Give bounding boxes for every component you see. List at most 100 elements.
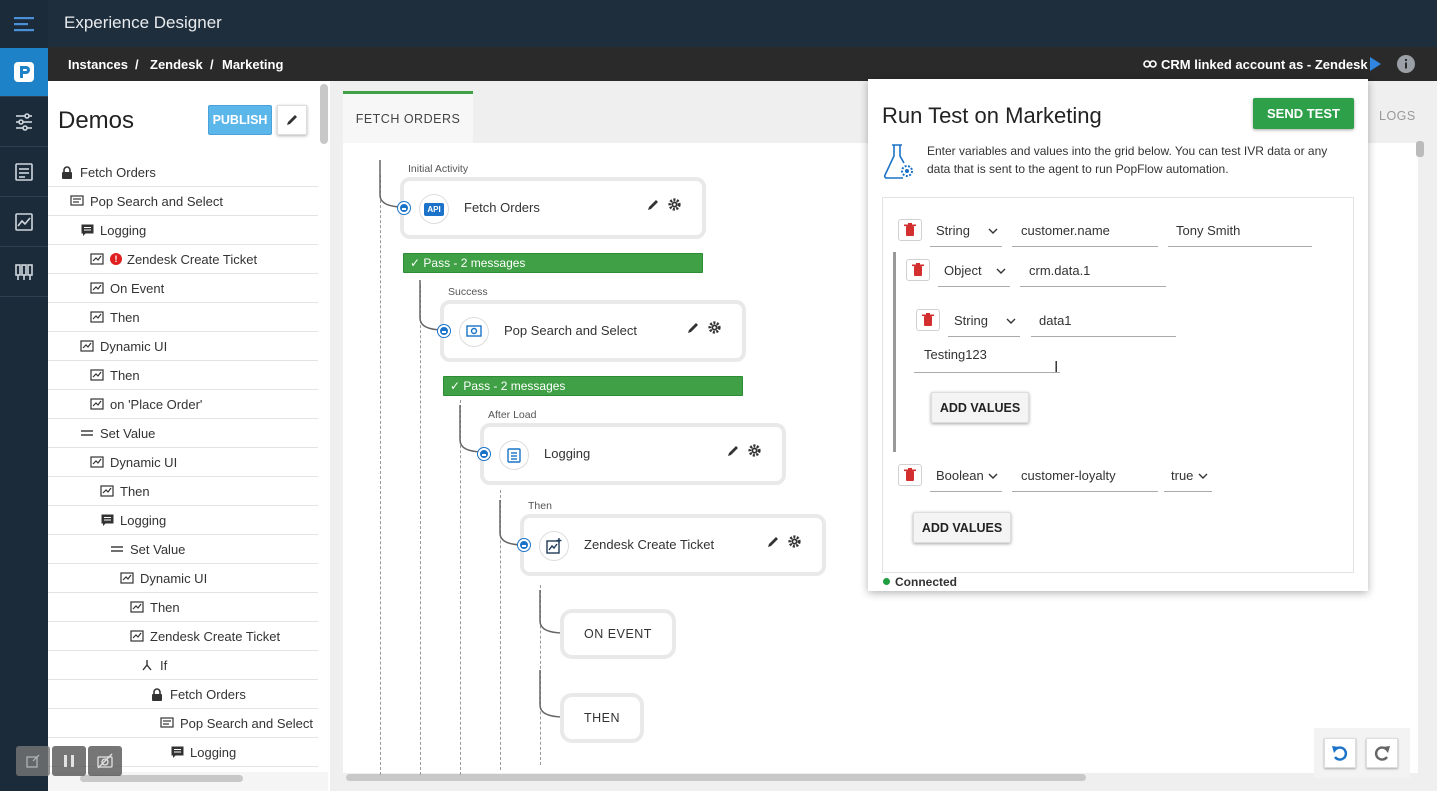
- node-label: Fetch Orders: [464, 200, 540, 215]
- tree-item[interactable]: Zendesk Create Ticket: [48, 622, 318, 651]
- crm-linked-account[interactable]: CRM linked account as - Zendesk: [1161, 57, 1368, 72]
- app-title: Experience Designer: [64, 13, 222, 32]
- pencil-icon[interactable]: [686, 321, 700, 335]
- add-values-nested-button[interactable]: ADD VALUES: [931, 392, 1029, 423]
- node-fetch-orders[interactable]: API Fetch Orders: [400, 177, 706, 239]
- then-node[interactable]: THEN: [560, 693, 644, 743]
- add-values-button[interactable]: ADD VALUES: [913, 512, 1011, 543]
- send-test-button[interactable]: SEND TEST: [1253, 98, 1354, 129]
- set-value-icon: [110, 543, 124, 555]
- publish-button[interactable]: PUBLISH: [208, 105, 272, 135]
- breadcrumb-zendesk[interactable]: Zendesk: [150, 57, 203, 72]
- activity-icon: [90, 369, 104, 381]
- success-label: Success: [448, 286, 488, 298]
- delete-row-button[interactable]: [898, 219, 922, 241]
- delete-row-button[interactable]: [906, 259, 930, 281]
- undo-button[interactable]: [1324, 738, 1356, 768]
- gear-icon[interactable]: [667, 197, 682, 212]
- servers-icon[interactable]: [0, 248, 48, 296]
- on-event-node[interactable]: ON EVENT: [560, 609, 676, 659]
- pencil-icon[interactable]: [726, 444, 740, 458]
- gear-icon[interactable]: [747, 443, 762, 458]
- connector-dot[interactable]: [518, 539, 530, 551]
- node-zendesk-create-ticket[interactable]: Zendesk Create Ticket: [520, 514, 826, 576]
- tree-item[interactable]: Pop Search and Select: [48, 709, 318, 738]
- tree-item[interactable]: Then: [48, 477, 318, 506]
- trash-icon: [922, 313, 934, 326]
- tree-item[interactable]: ! Zendesk Create Ticket: [48, 245, 318, 274]
- tree-item[interactable]: on 'Place Order': [48, 390, 318, 419]
- pencil-icon[interactable]: [766, 535, 780, 549]
- edit-button[interactable]: [277, 105, 307, 135]
- pencil-icon[interactable]: [646, 198, 660, 212]
- tree-item[interactable]: Dynamic UI: [48, 564, 318, 593]
- redo-button[interactable]: [1366, 738, 1398, 768]
- pass-label: Pass - 2 messages: [463, 379, 566, 393]
- tree-item[interactable]: Fetch Orders: [48, 158, 318, 187]
- sliders-icon[interactable]: [0, 98, 48, 146]
- node-logging[interactable]: Logging: [480, 423, 786, 485]
- connector-dot[interactable]: [398, 202, 410, 214]
- sidebar-scrollbar[interactable]: [320, 84, 328, 144]
- delete-row-button[interactable]: [898, 464, 922, 486]
- type-select[interactable]: String: [930, 221, 1002, 247]
- canvas-hscrollbar[interactable]: [346, 774, 1086, 781]
- play-icon[interactable]: [1368, 56, 1382, 75]
- sidebar-hscrollbar[interactable]: [80, 775, 243, 782]
- tree-item[interactable]: Then: [48, 593, 318, 622]
- breadcrumb-instances[interactable]: Instances: [68, 57, 128, 72]
- connector-dot[interactable]: [478, 448, 490, 460]
- gear-icon[interactable]: [707, 320, 722, 335]
- key-field[interactable]: data1: [1031, 311, 1176, 337]
- type-select[interactable]: Object: [938, 261, 1010, 287]
- no-camera-icon[interactable]: [88, 746, 122, 776]
- type-value: String: [936, 223, 970, 238]
- value-field[interactable]: Testing123: [914, 347, 1060, 373]
- panel-description: Enter variables and values into the grid…: [927, 144, 1328, 176]
- report-icon[interactable]: [0, 148, 48, 196]
- menu-icon[interactable]: [0, 0, 48, 48]
- popflow-logo-icon[interactable]: [0, 48, 48, 96]
- branch-icon: [140, 659, 154, 671]
- tree-item[interactable]: Pop Search and Select: [48, 187, 318, 216]
- tree-item[interactable]: Then: [48, 303, 318, 332]
- tab-logs[interactable]: LOGS: [1379, 109, 1416, 123]
- tree-item[interactable]: Logging: [48, 216, 318, 245]
- type-select[interactable]: String: [948, 311, 1020, 337]
- redo-icon: [1374, 746, 1390, 761]
- type-select[interactable]: Boolean: [930, 466, 1002, 492]
- tree-item[interactable]: If: [48, 651, 318, 680]
- tree-item[interactable]: Dynamic UI: [48, 332, 318, 361]
- breadcrumb-marketing[interactable]: Marketing: [222, 57, 283, 72]
- tab-fetch-orders[interactable]: FETCH ORDERS: [343, 91, 473, 143]
- tree-item[interactable]: Then: [48, 361, 318, 390]
- run-test-panel: Run Test on Marketing SEND TEST Enter va…: [868, 79, 1368, 591]
- tree-item-label: Then: [110, 309, 140, 325]
- tree-item[interactable]: Logging: [48, 506, 318, 535]
- tree-item[interactable]: Fetch Orders: [48, 680, 318, 709]
- canvas-scrollbar[interactable]: [1416, 141, 1424, 157]
- value-field[interactable]: Tony Smith: [1168, 221, 1312, 247]
- connector-dot[interactable]: [438, 325, 450, 337]
- tree-item[interactable]: Dynamic UI: [48, 448, 318, 477]
- delete-row-button[interactable]: [916, 309, 940, 331]
- pass-status-2[interactable]: ✓ Pass - 2 messages: [443, 376, 743, 396]
- analytics-icon[interactable]: [0, 198, 48, 246]
- key-field[interactable]: customer.name: [1012, 221, 1158, 247]
- breadcrumb-separator: /: [135, 57, 139, 72]
- screen-icon: [70, 195, 84, 207]
- node-label: Logging: [544, 446, 591, 461]
- tree-item[interactable]: Set Value: [48, 535, 318, 564]
- gear-icon[interactable]: [787, 534, 802, 549]
- tree-item[interactable]: Set Value: [48, 419, 318, 448]
- node-pop-search[interactable]: Pop Search and Select: [440, 300, 746, 362]
- key-field[interactable]: customer-loyalty: [1012, 466, 1158, 492]
- info-icon[interactable]: [1396, 54, 1416, 77]
- pass-status-1[interactable]: ✓ Pass - 2 messages: [403, 253, 703, 273]
- tree-item-label: Then: [150, 599, 180, 615]
- key-field[interactable]: crm.data.1: [1020, 261, 1166, 287]
- boolean-select[interactable]: true: [1164, 466, 1212, 492]
- tree-item[interactable]: On Event: [48, 274, 318, 303]
- compose-icon[interactable]: [16, 746, 50, 776]
- pause-icon[interactable]: [52, 746, 86, 776]
